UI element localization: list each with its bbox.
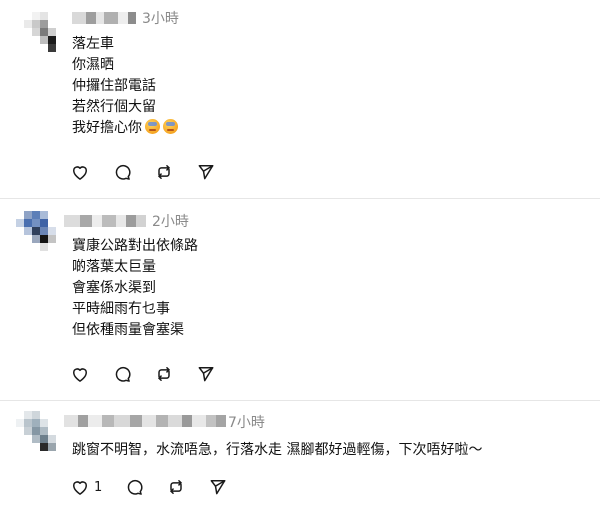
comment-3: 7小時 跳窗不明智，水流唔急，行落水走 濕腳都好過輕傷，下次唔好啦～ 1 bbox=[0, 401, 600, 508]
send-icon bbox=[198, 367, 214, 382]
action-bar: 1 bbox=[70, 475, 250, 499]
reply-button[interactable] bbox=[124, 475, 144, 499]
heart-icon bbox=[73, 368, 87, 382]
comment-line: 會塞係水渠到 bbox=[72, 280, 156, 296]
send-icon bbox=[198, 165, 214, 180]
avatar[interactable] bbox=[16, 411, 64, 459]
timestamp: 7小時 bbox=[228, 415, 265, 431]
username-obscured[interactable] bbox=[64, 415, 228, 429]
repost-button[interactable] bbox=[154, 160, 174, 184]
comment-line: 但依種雨量會塞渠 bbox=[72, 322, 184, 338]
comment-line: 跳窗不明智，水流唔急，行落水走 濕腳都好過輕傷，下次唔好啦～ bbox=[72, 442, 483, 458]
comment-line-with-emoji: 我好擔心你 bbox=[72, 118, 178, 139]
comment-body: 落左車 你濕晒 仲攞住部電話 若然行個大留 我好擔心你 bbox=[72, 34, 178, 139]
comment-line: 我好擔心你 bbox=[72, 120, 142, 136]
share-button[interactable] bbox=[208, 475, 228, 499]
like-button[interactable] bbox=[70, 160, 90, 184]
like-count: 1 bbox=[94, 479, 103, 495]
comment-line: 啲落葉太巨量 bbox=[72, 259, 156, 275]
timestamp: 3小時 bbox=[142, 11, 179, 27]
comment-line: 落左車 bbox=[72, 36, 114, 52]
comment-line: 你濕晒 bbox=[72, 57, 114, 73]
like-button[interactable]: 1 bbox=[70, 475, 102, 499]
comment-line: 若然行個大留 bbox=[72, 99, 156, 115]
worried-face-emoji bbox=[163, 119, 178, 134]
comment-1: 3小時 落左車 你濕晒 仲攞住部電話 若然行個大留 我好擔心你 bbox=[0, 0, 600, 198]
comment-body: 寶康公路對出依條路 啲落葉太巨量 會塞係水渠到 平時細雨冇乜事 但依種雨量會塞渠 bbox=[72, 236, 198, 341]
avatar[interactable] bbox=[16, 211, 64, 259]
comment-line: 寶康公路對出依條路 bbox=[72, 238, 198, 254]
repost-icon bbox=[158, 165, 170, 179]
repost-button[interactable] bbox=[154, 362, 174, 386]
share-button[interactable] bbox=[196, 362, 216, 386]
comment-bubble-icon bbox=[128, 479, 143, 495]
share-button[interactable] bbox=[196, 160, 216, 184]
comment-line: 仲攞住部電話 bbox=[72, 78, 156, 94]
comment-body: 跳窗不明智，水流唔急，行落水走 濕腳都好過輕傷，下次唔好啦～ bbox=[72, 440, 482, 461]
heart-icon bbox=[73, 166, 87, 180]
reply-button[interactable] bbox=[112, 362, 132, 386]
action-bar bbox=[70, 160, 238, 184]
reply-button[interactable] bbox=[112, 160, 132, 184]
heart-icon bbox=[73, 481, 87, 495]
username-obscured[interactable] bbox=[64, 215, 150, 229]
worried-face-emoji bbox=[145, 119, 160, 134]
comment-line: 平時細雨冇乜事 bbox=[72, 301, 170, 317]
comment-bubble-icon bbox=[115, 366, 131, 382]
send-icon bbox=[210, 480, 226, 495]
timestamp: 2小時 bbox=[152, 214, 189, 230]
username-obscured[interactable] bbox=[72, 12, 142, 26]
avatar[interactable] bbox=[16, 4, 64, 52]
repost-button[interactable] bbox=[166, 475, 186, 499]
like-button[interactable] bbox=[70, 362, 90, 386]
comment-bubble-icon bbox=[115, 164, 131, 180]
repost-icon bbox=[170, 480, 183, 494]
action-bar bbox=[70, 362, 238, 386]
repost-icon bbox=[158, 367, 170, 381]
comment-2: 2小時 寶康公路對出依條路 啲落葉太巨量 會塞係水渠到 平時細雨冇乜事 但依種雨… bbox=[0, 199, 600, 400]
